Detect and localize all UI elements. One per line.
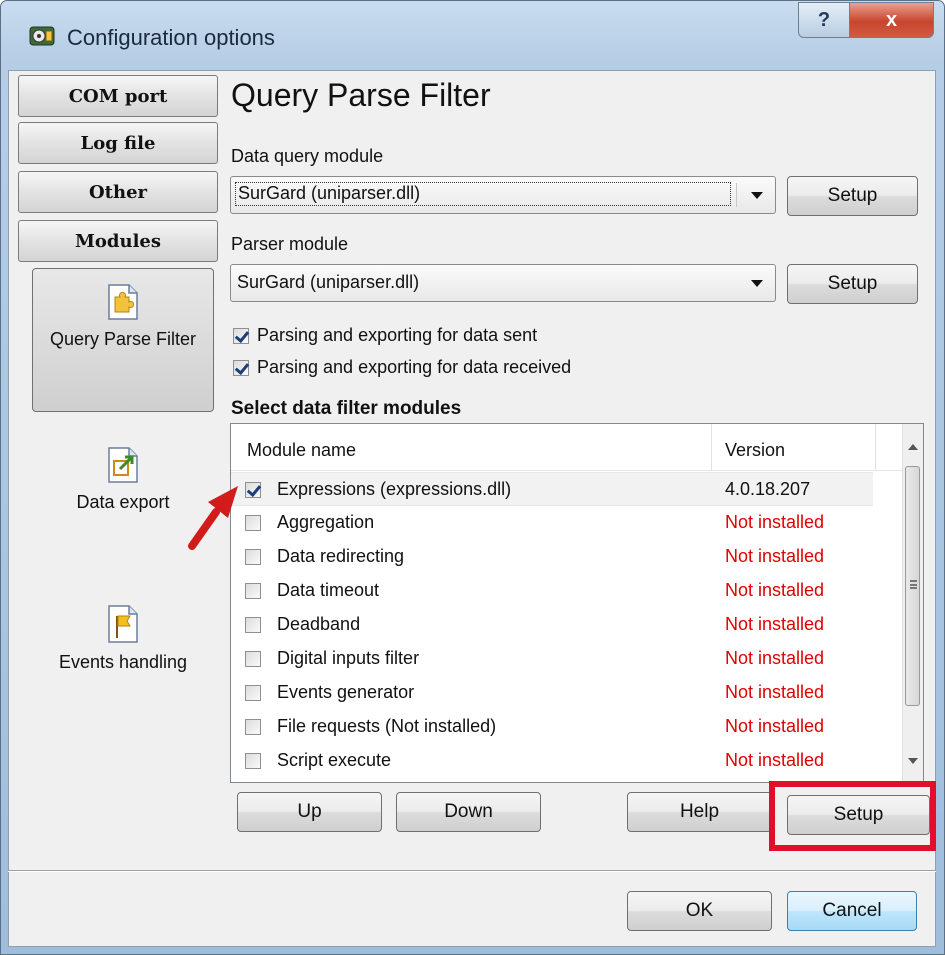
puzzle-icon bbox=[108, 284, 138, 320]
module-name: Data timeout bbox=[277, 580, 380, 600]
list-item[interactable]: Aggregation Not installed bbox=[231, 506, 903, 540]
nav-query-parse-filter[interactable]: Query Parse Filter bbox=[32, 268, 214, 412]
list-header: Module name Version bbox=[231, 424, 903, 471]
module-version: Not installed bbox=[725, 648, 825, 668]
combo-separator bbox=[736, 183, 737, 207]
nav-modules[interactable]: Modules bbox=[18, 220, 218, 262]
chk-data-sent-row[interactable]: Parsing and exporting for data sent bbox=[233, 325, 537, 346]
scroll-down-icon[interactable] bbox=[908, 758, 918, 764]
close-icon: x bbox=[885, 8, 898, 31]
parser-module-select[interactable]: SurGard (uniparser.dll) bbox=[230, 264, 776, 302]
module-version: Not installed bbox=[725, 716, 825, 736]
column-version[interactable]: Version bbox=[725, 440, 785, 461]
module-name: Expressions (expressions.dll) bbox=[277, 479, 512, 499]
module-version: Not installed bbox=[725, 682, 825, 702]
module-checkbox[interactable] bbox=[245, 482, 261, 498]
nav-events-handling-label: Events handling bbox=[58, 652, 188, 672]
column-divider bbox=[875, 424, 876, 470]
module-name: Digital inputs filter bbox=[277, 648, 420, 668]
module-version: 4.0.18.207 bbox=[725, 479, 811, 499]
divider bbox=[8, 870, 936, 872]
module-name: Deadband bbox=[277, 614, 361, 634]
list-item[interactable]: Data timeout Not installed bbox=[231, 574, 903, 608]
cancel-button[interactable]: Cancel bbox=[787, 891, 917, 931]
nav-other[interactable]: Other bbox=[18, 171, 218, 213]
module-version: Not installed bbox=[725, 580, 825, 600]
module-checkbox[interactable] bbox=[245, 685, 261, 701]
module-checkbox[interactable] bbox=[245, 753, 261, 769]
nav-query-parse-filter-label: Query Parse Filter bbox=[49, 329, 197, 349]
parser-module-label: Parser module bbox=[231, 234, 349, 254]
module-version: Not installed bbox=[725, 750, 825, 770]
list-item[interactable]: Data redirecting Not installed bbox=[231, 540, 903, 574]
grip-icon bbox=[910, 580, 917, 589]
list-item[interactable]: Script execute Not installed bbox=[231, 744, 903, 778]
help-icon: ? bbox=[817, 8, 831, 31]
help-button[interactable]: Help bbox=[627, 792, 772, 832]
app-icon bbox=[29, 26, 55, 46]
module-checkbox[interactable] bbox=[245, 651, 261, 667]
module-checkbox[interactable] bbox=[245, 583, 261, 599]
up-button[interactable]: Up bbox=[237, 792, 382, 832]
data-received-checkbox[interactable] bbox=[233, 359, 249, 376]
chevron-down-icon bbox=[751, 280, 763, 287]
help-title-button[interactable]: ? bbox=[798, 2, 850, 38]
window-title: Configuration options bbox=[67, 25, 275, 50]
chk-data-received-row[interactable]: Parsing and exporting for data received bbox=[233, 357, 571, 378]
list-item[interactable]: Digital inputs filter Not installed bbox=[231, 642, 903, 676]
nav-data-export-label: Data export bbox=[76, 492, 170, 512]
nav-events-handling[interactable]: Events handling bbox=[32, 604, 214, 674]
module-name: Script execute bbox=[277, 750, 392, 770]
data-sent-checkbox[interactable] bbox=[233, 327, 249, 344]
module-checkbox[interactable] bbox=[245, 719, 261, 735]
module-checkbox[interactable] bbox=[245, 515, 261, 531]
flag-icon bbox=[108, 605, 138, 643]
module-name: Aggregation bbox=[277, 512, 375, 532]
data-query-select[interactable]: SurGard (uniparser.dll) bbox=[230, 176, 776, 214]
chevron-down-icon bbox=[751, 192, 763, 199]
parser-setup-button[interactable]: Setup bbox=[787, 264, 918, 304]
vertical-scrollbar[interactable] bbox=[902, 424, 923, 782]
data-sent-label: Parsing and exporting for data sent bbox=[257, 325, 538, 345]
module-name: Data redirecting bbox=[277, 546, 405, 566]
module-version: Not installed bbox=[725, 546, 825, 566]
parser-module-value: SurGard (uniparser.dll) bbox=[237, 272, 420, 292]
scroll-thumb[interactable] bbox=[905, 466, 920, 706]
close-button[interactable]: x bbox=[849, 2, 934, 38]
filter-section-title: Select data filter modules bbox=[231, 398, 462, 419]
nav-com-port[interactable]: COM port bbox=[18, 75, 218, 117]
ok-button[interactable]: OK bbox=[627, 891, 772, 931]
module-version: Not installed bbox=[725, 614, 825, 634]
down-button[interactable]: Down bbox=[396, 792, 541, 832]
data-query-setup-button[interactable]: Setup bbox=[787, 176, 918, 216]
list-item[interactable]: Expressions (expressions.dll) 4.0.18.207 bbox=[231, 472, 873, 506]
module-name: Events generator bbox=[277, 682, 415, 702]
module-version: Not installed bbox=[725, 512, 825, 532]
data-query-value: SurGard (uniparser.dll) bbox=[235, 182, 731, 206]
red-arrow-icon bbox=[188, 486, 238, 550]
modules-list[interactable]: Module name Version Expressions (express… bbox=[230, 423, 924, 783]
list-item[interactable]: Events generator Not installed bbox=[231, 676, 903, 710]
column-module-name[interactable]: Module name bbox=[247, 440, 356, 461]
data-received-label: Parsing and exporting for data received bbox=[257, 357, 572, 377]
export-icon bbox=[108, 447, 138, 483]
nav-log-file[interactable]: Log file bbox=[18, 122, 218, 164]
title-bar: Configuration options ? x bbox=[1, 1, 944, 71]
module-name: File requests (Not installed) bbox=[277, 716, 497, 736]
column-divider bbox=[711, 424, 712, 470]
page-title: Query Parse Filter bbox=[231, 77, 491, 113]
module-checkbox[interactable] bbox=[245, 549, 261, 565]
list-item[interactable]: File requests (Not installed) Not install… bbox=[231, 710, 903, 744]
highlight-box bbox=[769, 781, 936, 851]
data-query-label: Data query module bbox=[231, 146, 384, 166]
list-item[interactable]: Deadband Not installed bbox=[231, 608, 903, 642]
module-checkbox[interactable] bbox=[245, 617, 261, 633]
scroll-up-icon[interactable] bbox=[908, 444, 918, 450]
